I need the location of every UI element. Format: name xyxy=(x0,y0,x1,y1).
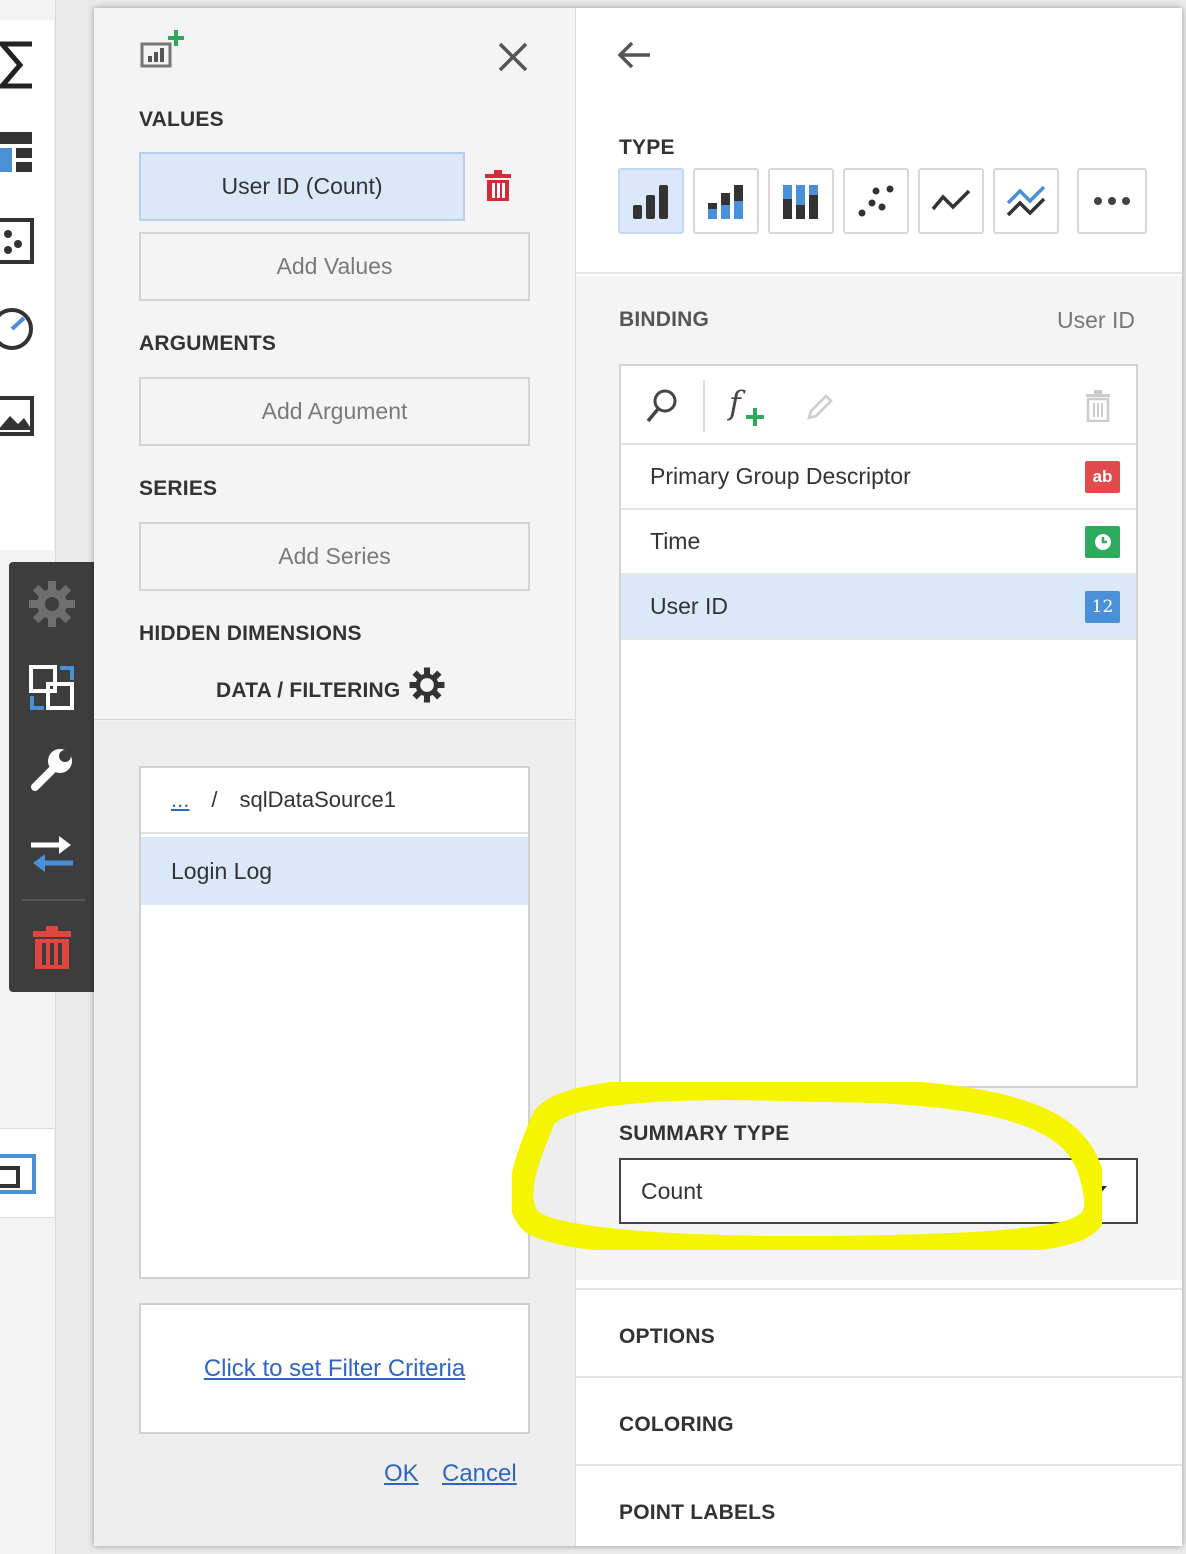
ok-link[interactable]: OK xyxy=(384,1460,419,1488)
data-source-list: ... / sqlDataSource1 Login Log xyxy=(139,766,530,1279)
data-items-pane: VALUES User ID (Count) Add Values ARGUME… xyxy=(94,8,576,1546)
swap-tool[interactable] xyxy=(9,814,95,894)
background-toolbar-panel xyxy=(0,20,54,550)
delete-tool[interactable] xyxy=(9,908,95,988)
group-icon[interactable] xyxy=(0,1150,36,1200)
type-point-button[interactable] xyxy=(843,168,909,234)
type-section: TYPE xyxy=(576,8,1182,274)
item-settings-pane: TYPE BINDING User ID f Primary Group Des… xyxy=(576,8,1182,1546)
arguments-label: ARGUMENTS xyxy=(139,332,277,355)
point-labels-section[interactable]: POINT LABELS xyxy=(576,1464,1182,1546)
data-filtering-gear-icon[interactable] xyxy=(408,666,446,704)
wrench-icon xyxy=(31,749,72,791)
type-bar-button[interactable] xyxy=(618,168,684,234)
add-values-button[interactable]: Add Values xyxy=(139,232,530,301)
treemap-icon[interactable] xyxy=(0,128,36,178)
binding-dialog: VALUES User ID (Count) Add Values ARGUME… xyxy=(94,8,1182,1546)
field-name: Primary Group Descriptor xyxy=(650,463,911,489)
type-full-stacked-bar-button[interactable] xyxy=(768,168,834,234)
highlight-annotation xyxy=(512,1082,1102,1250)
search-icon[interactable] xyxy=(645,388,679,424)
delete-value-icon[interactable] xyxy=(484,170,512,202)
line-chart-icon xyxy=(931,189,971,211)
close-icon[interactable] xyxy=(496,40,530,74)
type-stacked-bar-button[interactable] xyxy=(693,168,759,234)
settings-tool[interactable] xyxy=(9,564,95,644)
trash-icon xyxy=(33,926,71,969)
cancel-link[interactable]: Cancel xyxy=(442,1460,517,1488)
wrench-tool[interactable] xyxy=(9,730,95,810)
datetime-type-icon xyxy=(1085,525,1120,558)
gear-icon xyxy=(29,581,75,627)
stacked-line-icon xyxy=(1006,185,1046,217)
breadcrumb-separator: / xyxy=(211,787,218,812)
add-series-button[interactable]: Add Series xyxy=(139,522,530,591)
field-list-toolbar: f xyxy=(621,366,1136,445)
bar-chart-icon xyxy=(633,185,668,219)
add-argument-button[interactable]: Add Argument xyxy=(139,377,530,446)
series-label: SERIES xyxy=(139,477,218,500)
stacked-bar-icon xyxy=(708,185,743,219)
delete-field-icon[interactable] xyxy=(1085,390,1111,422)
add-calculated-field-icon[interactable]: f xyxy=(727,384,767,428)
field-name: User ID xyxy=(650,593,728,619)
convert-icon xyxy=(29,665,74,710)
field-name: Time xyxy=(650,528,701,554)
toolbar-separator xyxy=(21,899,85,901)
string-type-icon: ab xyxy=(1085,460,1120,493)
swap-arrows-icon xyxy=(31,836,73,872)
coloring-section[interactable]: COLORING xyxy=(576,1376,1182,1464)
type-stacked-line-button[interactable] xyxy=(993,168,1059,234)
field-row-primary-group-descriptor[interactable]: Primary Group Descriptor ab xyxy=(621,445,1136,510)
image-icon[interactable] xyxy=(0,392,36,442)
filter-criteria-box: Click to set Filter Criteria xyxy=(139,1303,530,1434)
clock-icon xyxy=(1094,533,1111,550)
values-label: VALUES xyxy=(139,108,224,131)
options-section[interactable]: OPTIONS xyxy=(576,1288,1182,1376)
breadcrumb-up-link[interactable]: ... xyxy=(171,787,189,813)
binding-label: BINDING xyxy=(619,308,710,331)
edit-icon[interactable] xyxy=(805,392,835,422)
more-icon xyxy=(1094,197,1130,205)
hidden-dimensions-label: HIDDEN DIMENSIONS xyxy=(139,622,362,645)
point-labels-label: POINT LABELS xyxy=(619,1501,776,1524)
toolbar-divider xyxy=(703,380,705,432)
coloring-label: COLORING xyxy=(619,1413,734,1436)
type-more-button[interactable] xyxy=(1077,168,1147,234)
options-label: OPTIONS xyxy=(619,1325,715,1348)
breadcrumb-current: sqlDataSource1 xyxy=(239,787,397,812)
back-arrow-icon[interactable] xyxy=(616,40,652,70)
type-label: TYPE xyxy=(619,136,675,159)
svg-text:f: f xyxy=(727,384,746,422)
data-filtering-label: DATA / FILTERING xyxy=(216,679,401,702)
sigma-icon[interactable] xyxy=(0,40,36,90)
gauge-icon[interactable] xyxy=(0,304,36,354)
data-member-item[interactable]: Login Log xyxy=(141,837,528,905)
data-source-breadcrumb: ... / sqlDataSource1 xyxy=(141,768,528,834)
scatter-card-icon[interactable] xyxy=(0,216,36,266)
convert-tool[interactable] xyxy=(9,648,95,728)
set-filter-link[interactable]: Click to set Filter Criteria xyxy=(204,1355,465,1383)
type-line-button[interactable] xyxy=(918,168,984,234)
value-item-user-id[interactable]: User ID (Count) xyxy=(139,152,465,221)
data-items-section: VALUES User ID (Count) Add Values ARGUME… xyxy=(94,8,575,720)
number-type-icon: 12 xyxy=(1085,590,1120,623)
field-list: f Primary Group Descriptor ab Time User … xyxy=(619,364,1138,1088)
field-row-time[interactable]: Time xyxy=(621,510,1136,575)
item-toolbar xyxy=(9,562,95,992)
full-stacked-bar-icon xyxy=(783,185,818,219)
add-chart-icon xyxy=(140,30,184,68)
point-chart-icon xyxy=(858,185,894,217)
field-row-user-id[interactable]: User ID 12 xyxy=(621,575,1136,640)
binding-current-field: User ID xyxy=(1057,307,1135,333)
